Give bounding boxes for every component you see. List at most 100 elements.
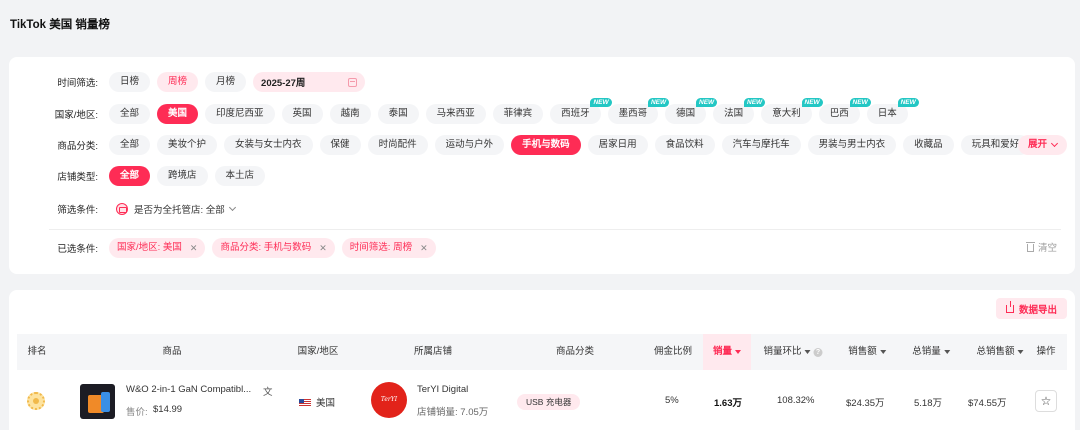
category-badge: USB 充电器 <box>517 394 581 410</box>
country-filter-row: 国家/地区: 全部 美国 印度尼西亚 英国 越南 泰国 马来西亚 菲律宾 西班牙… <box>9 98 919 125</box>
country-option[interactable]: 全部 <box>109 104 151 124</box>
selected-tag: 国家/地区: 美国 ✕ <box>109 238 206 258</box>
close-icon[interactable]: ✕ <box>190 238 198 258</box>
chevron-down-icon <box>228 203 236 212</box>
sales-change-value: 108.32% <box>777 395 815 406</box>
country-option[interactable]: 巴西 NEW <box>818 98 871 124</box>
close-icon[interactable]: ✕ <box>420 238 428 258</box>
new-badge: NEW <box>744 98 766 107</box>
commission-value: 5% <box>665 395 679 406</box>
shop-name[interactable]: TerYI Digital <box>417 384 468 395</box>
country-option[interactable]: 菲律宾 <box>492 104 544 124</box>
category-option[interactable]: 食品饮料 <box>654 135 715 155</box>
category-option[interactable]: 女装与女士内衣 <box>224 135 313 155</box>
time-filter-label: 时间筛选: <box>57 78 98 89</box>
translate-icon[interactable]: 文 <box>263 384 273 398</box>
category-option[interactable]: 男装与男士内衣 <box>807 135 897 155</box>
filter-panel: 时间筛选: 日榜 周榜 月榜 2025-27周 国家/地区: 全部 美国 印度尼… <box>9 57 1075 274</box>
category-filter-label: 商品分类: <box>57 141 98 152</box>
col-sales-sort[interactable]: 销量 <box>703 334 752 370</box>
new-badge: NEW <box>647 98 670 107</box>
new-badge: NEW <box>897 98 919 107</box>
time-option-daily[interactable]: 日榜 <box>109 72 151 92</box>
country-option[interactable]: 意大利 NEW <box>761 98 823 124</box>
country-option[interactable]: 印度尼西亚 <box>205 104 275 124</box>
country-option[interactable]: 美国 <box>157 104 199 124</box>
sales-value: 1.63万 <box>714 398 742 409</box>
price-label: 售价: <box>126 407 148 418</box>
country-option[interactable]: 英国 <box>281 104 323 124</box>
col-actions: 操作 <box>1036 346 1056 357</box>
shop-logo[interactable]: TerYI Digital <box>371 382 407 418</box>
country-option[interactable]: 马来西亚 <box>425 104 486 124</box>
page-title: TikTok 美国 销量榜 <box>10 19 110 31</box>
country-option[interactable]: 日本 NEW <box>866 98 919 124</box>
category-option[interactable]: 汽车与摩托车 <box>721 135 801 155</box>
price-value: $14.99 <box>153 404 183 415</box>
divider <box>49 229 1061 230</box>
sort-icon <box>1017 350 1024 354</box>
country-option[interactable]: 德国 NEW <box>665 98 718 124</box>
total-revenue-value: $74.55万 <box>968 398 1007 409</box>
table-row[interactable]: W&O 2-in-1 GaN Compatibl... 文 售价: $14.99… <box>17 370 1067 430</box>
product-thumbnail[interactable] <box>80 384 115 419</box>
col-rank: 排名 <box>27 346 47 357</box>
sort-icon <box>804 350 811 354</box>
category-option[interactable]: 收藏品 <box>903 135 954 155</box>
product-name[interactable]: W&O 2-in-1 GaN Compatibl... <box>126 384 251 395</box>
col-commission: 佣金比例 <box>653 346 693 357</box>
clear-label: 清空 <box>1037 243 1057 254</box>
help-icon[interactable]: ? <box>813 347 823 357</box>
category-option[interactable]: 时尚配件 <box>367 135 428 155</box>
col-sales-change-sort[interactable]: 销量环比? <box>763 334 823 370</box>
store-type-option[interactable]: 全部 <box>109 166 151 186</box>
country-filter-label: 国家/地区: <box>54 110 98 121</box>
category-option[interactable]: 居家日用 <box>587 135 648 155</box>
ranking-table: 数据导出 排名 商品 国家/地区 所属店铺 商品分类 佣金比例 销量 销量环比?… <box>9 290 1075 430</box>
selected-conditions-row: 已选条件: 国家/地区: 美国 ✕ 商品分类: 手机与数码 ✕ 时间筛选: 周榜 ✕ <box>9 237 436 259</box>
close-icon[interactable]: ✕ <box>319 238 327 258</box>
country-cell: 美国 <box>299 395 335 409</box>
category-option[interactable]: 运动与户外 <box>434 135 505 155</box>
sort-icon <box>943 350 950 354</box>
week-picker[interactable]: 2025-27周 <box>253 72 366 92</box>
store-type-row: 店铺类型: 全部 跨境店 本土店 <box>9 165 266 187</box>
revenue-value: $24.35万 <box>846 398 885 409</box>
selected-conditions-label: 已选条件: <box>57 244 98 255</box>
country-option[interactable]: 越南 <box>329 104 371 124</box>
new-badge: NEW <box>849 98 871 107</box>
country-option[interactable]: 泰国 <box>377 104 419 124</box>
expand-categories-button[interactable]: 展开 <box>1017 135 1067 155</box>
country-option[interactable]: 西班牙 NEW <box>550 98 612 124</box>
export-label: 数据导出 <box>1018 304 1057 316</box>
star-icon[interactable]: ☆ <box>1035 390 1057 412</box>
category-filter-row: 商品分类: 全部 美妆个护 女装与女士内衣 保健 时尚配件 运动与户外 手机与数… <box>9 134 1031 156</box>
clear-button[interactable]: 清空 <box>1025 240 1057 254</box>
managed-store-select[interactable]: 是否为全托管店: 全部 <box>134 202 236 216</box>
category-option[interactable]: 手机与数码 <box>511 135 581 155</box>
col-shop: 所属店铺 <box>413 346 453 357</box>
time-option-monthly[interactable]: 月榜 <box>205 72 247 92</box>
col-total-sales-sort[interactable]: 总销量 <box>912 334 950 370</box>
new-badge: NEW <box>801 98 823 107</box>
col-product: 商品 <box>162 346 182 357</box>
new-badge: NEW <box>590 98 612 107</box>
col-total-revenue-sort[interactable]: 总销售额 <box>976 334 1024 370</box>
store-type-option[interactable]: 跨境店 <box>157 166 208 186</box>
trash-icon <box>1025 242 1035 252</box>
export-button[interactable]: 数据导出 <box>995 298 1067 319</box>
time-filter-row: 时间筛选: 日榜 周榜 月榜 2025-27周 <box>9 71 366 93</box>
country-option[interactable]: 墨西哥 NEW <box>607 98 670 124</box>
time-option-weekly[interactable]: 周榜 <box>157 72 199 92</box>
category-option[interactable]: 全部 <box>109 135 151 155</box>
col-country: 国家/地区 <box>297 346 339 357</box>
category-option[interactable]: 保健 <box>319 135 361 155</box>
calendar-icon <box>348 77 358 87</box>
us-flag-icon <box>299 399 311 407</box>
new-badge: NEW <box>696 98 718 107</box>
col-revenue-sort[interactable]: 销售额 <box>848 334 886 370</box>
category-option[interactable]: 美妆个护 <box>157 135 218 155</box>
store-type-option[interactable]: 本土店 <box>214 166 266 186</box>
country-option[interactable]: 法国 NEW <box>713 98 766 124</box>
table-header: 排名 商品 国家/地区 所属店铺 商品分类 佣金比例 销量 销量环比? 销售额 … <box>17 334 1067 370</box>
